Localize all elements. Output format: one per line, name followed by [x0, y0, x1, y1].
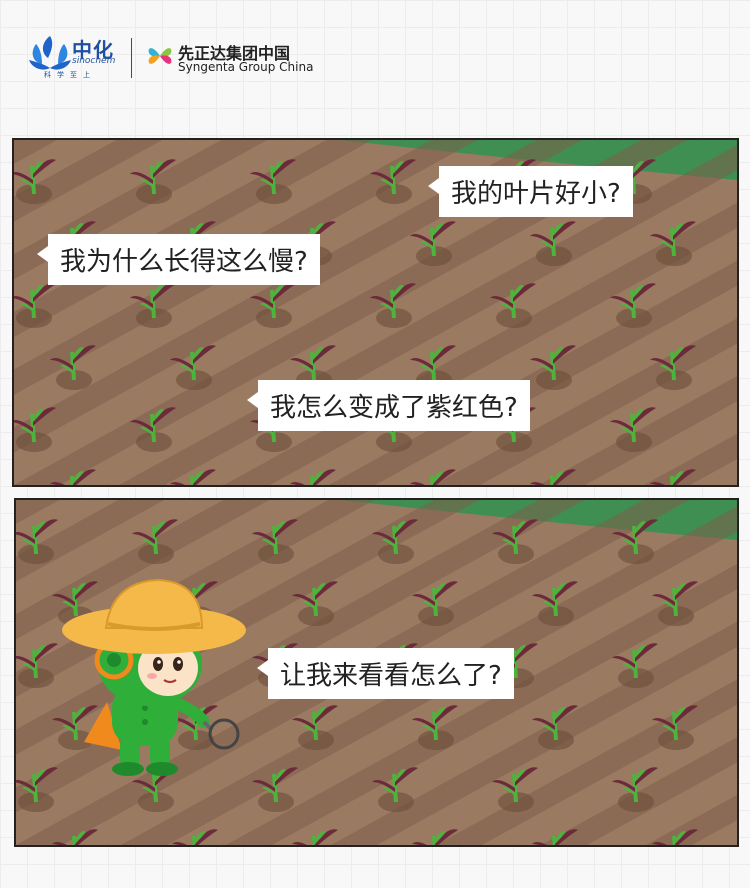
- speech-bubble-let-me-see: 让我来看看怎么了?: [257, 648, 514, 699]
- comic-panel-bottom: 让我来看看怎么了?: [14, 498, 739, 847]
- speech-bubble-text: 让我来看看怎么了?: [280, 661, 502, 691]
- speech-bubble-text: 我为什么长得这么慢?: [60, 247, 308, 277]
- speech-bubble-small-leaves: 我的叶片好小?: [428, 166, 633, 217]
- sinochem-name-en: sinochem: [72, 56, 116, 66]
- header: 中化 sinochem 科学至上 先正达集团中国 Syngenta Group …: [0, 0, 750, 110]
- logo-divider: [131, 38, 132, 78]
- syngenta-name-en: Syngenta Group China: [178, 60, 314, 74]
- comic-panel-top: 我的叶片好小? 我为什么长得这么慢? 我怎么变成了紫红色?: [12, 138, 739, 487]
- magnifying-glass-icon: [208, 718, 240, 750]
- sinochem-tagline: 科学至上: [44, 71, 96, 79]
- speech-bubble-text: 我怎么变成了紫红色?: [270, 393, 518, 423]
- mascot-character: [62, 578, 246, 776]
- speech-bubble-purple-red: 我怎么变成了紫红色?: [247, 380, 530, 431]
- syngenta-logo-icon: [148, 48, 172, 64]
- speech-bubble-text: 我的叶片好小?: [451, 179, 621, 209]
- speech-bubble-slow-growth: 我为什么长得这么慢?: [37, 234, 320, 285]
